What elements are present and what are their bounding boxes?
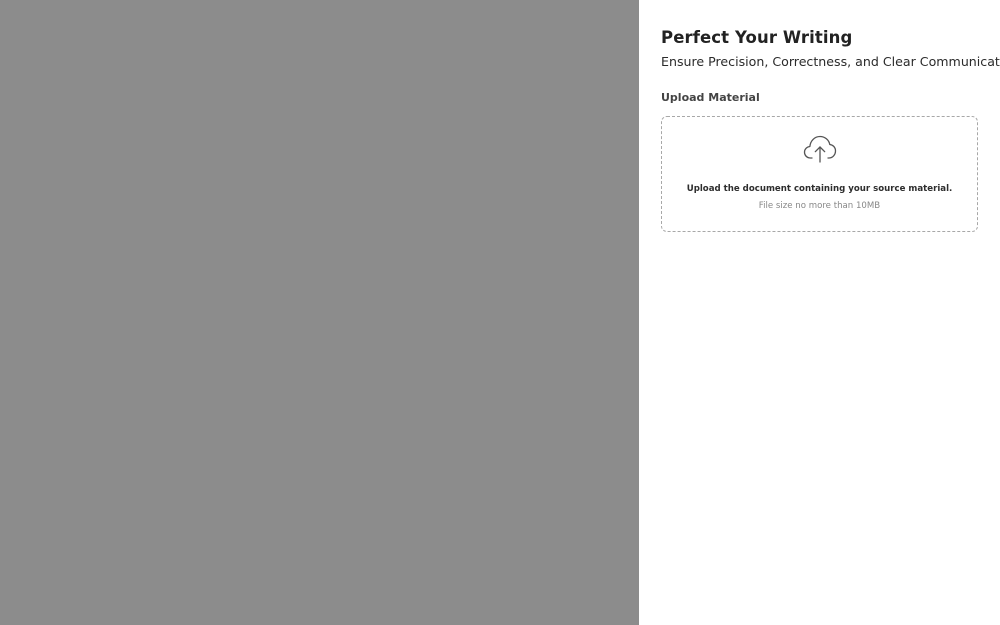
upload-instruction: Upload the document containing your sour… — [686, 184, 953, 194]
panel-title: Perfect Your Writing — [661, 28, 853, 47]
panel-subtitle: Ensure Precision, Correctness, and Clear… — [661, 54, 1000, 69]
cloud-upload-icon — [803, 135, 836, 163]
modal-backdrop[interactable] — [0, 0, 639, 625]
side-panel: Perfect Your Writing Ensure Precision, C… — [639, 0, 1000, 625]
upload-material-label: Upload Material — [661, 91, 760, 104]
file-size-hint: File size no more than 10MB — [758, 201, 881, 211]
upload-dropzone[interactable]: Upload the document containing your sour… — [661, 116, 978, 232]
app-window: Perfect Your Writing Ensure Precision, C… — [0, 0, 1000, 625]
